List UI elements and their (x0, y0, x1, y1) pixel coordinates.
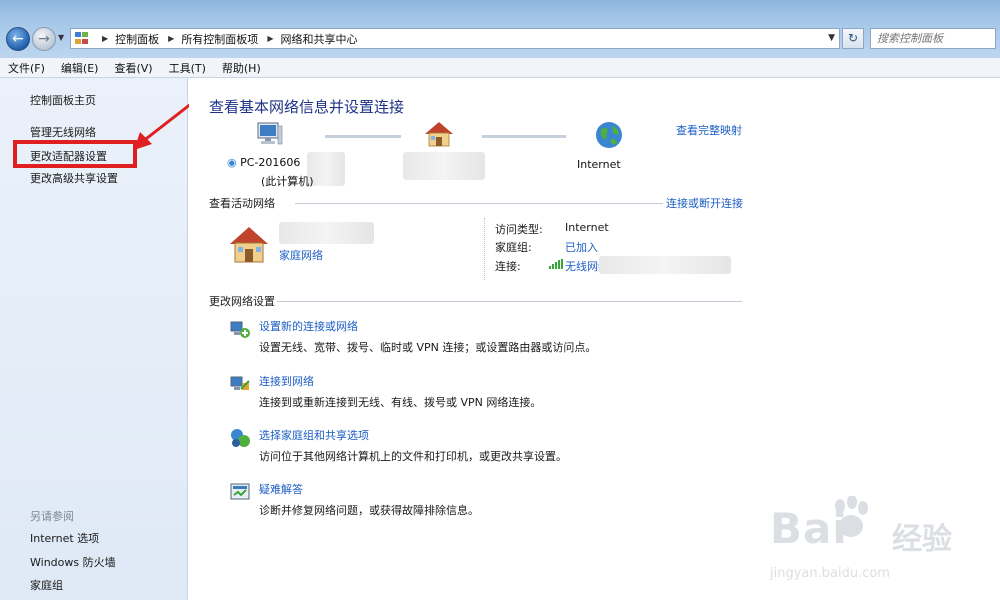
network-share-icon: ◉ (227, 156, 237, 169)
watermark-brand: Bai (770, 504, 848, 553)
see-also-heading: 另请参阅 (30, 510, 74, 523)
setup-connection-link[interactable]: 设置新的连接或网络 (259, 318, 358, 334)
breadcrumb-network-center[interactable]: 网络和共享中心 (280, 31, 357, 47)
wifi-signal-icon (549, 259, 563, 269)
computer-node[interactable] (219, 120, 319, 151)
left-nav-pane: 控制面板主页 管理无线网络 更改适配器设置 更改高级共享设置 另请参阅 Inte… (0, 78, 188, 600)
computer-name-text: PC-201606 (240, 156, 301, 169)
address-bar[interactable]: ▶ 控制面板 ▶ 所有控制面板项 ▶ 网络和共享中心 ▼ (70, 28, 840, 49)
home-network-icon (230, 227, 268, 263)
refresh-button[interactable]: ↻ (842, 28, 864, 49)
control-panel-icon (75, 31, 91, 46)
house-icon (425, 122, 453, 147)
breadcrumb-all-items[interactable]: 所有控制面板项 (181, 31, 258, 47)
sidebar-item-internet-options[interactable]: Internet 选项 (30, 530, 99, 546)
breadcrumb-control-panel[interactable]: 控制面板 (115, 31, 159, 47)
homegroup-sharing-desc: 访问位于其他网络计算机上的文件和打印机，或更改共享设置。 (259, 450, 567, 463)
troubleshoot-link[interactable]: 疑难解答 (259, 481, 303, 497)
homegroup-sharing-icon (231, 429, 250, 447)
menu-tools[interactable]: 工具(T) (169, 60, 206, 76)
watermark-cn: 经验 (892, 522, 952, 557)
homegroup-joined-link[interactable]: 已加入 (565, 239, 598, 255)
sidebar-item-advanced-sharing[interactable]: 更改高级共享设置 (30, 170, 118, 186)
redacted-text (403, 152, 485, 180)
chevron-right-icon[interactable]: ▶ (168, 34, 174, 43)
chevron-down-icon[interactable]: ▼ (828, 33, 835, 43)
chevron-right-icon: ▶ (102, 34, 109, 43)
watermark-url: jingyan.baidu.com (770, 566, 890, 581)
section-divider (295, 203, 663, 204)
menu-edit[interactable]: 编辑(E) (61, 60, 99, 76)
window-titlebar: ← → ▼ ▶ 控制面板 ▶ 所有控制面板项 ▶ 网络和共享中心 ▼ ↻ (0, 0, 1000, 58)
homegroup-sharing-link[interactable]: 选择家庭组和共享选项 (259, 427, 369, 443)
new-connection-icon (230, 321, 250, 338)
redacted-text (599, 256, 731, 274)
sidebar-item-windows-firewall[interactable]: Windows 防火墙 (30, 554, 116, 570)
menu-file[interactable]: 文件(F) (8, 60, 45, 76)
search-input[interactable] (871, 29, 995, 48)
active-networks-heading: 查看活动网络 (209, 197, 275, 210)
baidu-watermark: Bai 经验 jingyan.baidu.com (760, 488, 990, 588)
computer-subtitle: (此计算机) (261, 175, 314, 188)
redacted-text (279, 222, 374, 244)
computer-icon (257, 122, 283, 145)
sidebar-item-manage-wireless[interactable]: 管理无线网络 (30, 124, 96, 140)
globe-icon (596, 122, 622, 148)
annotation-highlight-box (13, 140, 137, 168)
connect-disconnect-link[interactable]: 连接或断开连接 (666, 195, 743, 211)
sidebar-item-control-panel-home[interactable]: 控制面板主页 (30, 92, 96, 108)
annotation-arrow (134, 98, 197, 150)
forward-button[interactable]: → (32, 27, 56, 51)
homegroup-label: 家庭组: (495, 241, 532, 254)
search-box[interactable] (870, 28, 996, 49)
vertical-divider (484, 218, 485, 280)
change-settings-heading: 更改网络设置 (209, 295, 275, 308)
home-network-node[interactable] (389, 120, 489, 151)
troubleshoot-icon (230, 483, 250, 500)
troubleshoot-desc: 诊断并修复网络问题，或获得故障排除信息。 (259, 504, 479, 517)
chevron-right-icon[interactable]: ▶ (267, 34, 273, 43)
connection-line (482, 135, 566, 138)
menu-bar: 文件(F) 编辑(E) 查看(V) 工具(T) 帮助(H) (0, 58, 1000, 78)
connection-label: 连接: (495, 260, 521, 273)
menu-help[interactable]: 帮助(H) (222, 60, 261, 76)
setup-connection-desc: 设置无线、宽带、拨号、临时或 VPN 连接；或设置路由器或访问点。 (259, 341, 597, 354)
menu-view[interactable]: 查看(V) (114, 60, 152, 76)
internet-node[interactable] (559, 120, 659, 153)
access-type-label: 访问类型: (495, 223, 543, 236)
back-button[interactable]: ← (6, 27, 30, 51)
network-type-link[interactable]: 家庭网络 (279, 247, 323, 263)
sidebar-item-homegroup[interactable]: 家庭组 (30, 577, 63, 593)
connect-network-icon (230, 376, 250, 390)
access-type-value: Internet (565, 221, 609, 234)
page-title: 查看基本网络信息并设置连接 (209, 98, 405, 116)
computer-name: ◉ PC-201606 (227, 156, 300, 169)
connect-network-link[interactable]: 连接到网络 (259, 373, 314, 389)
recent-pages-dropdown-icon[interactable]: ▼ (58, 33, 68, 45)
internet-label: Internet (577, 158, 621, 171)
view-full-map-link[interactable]: 查看完整映射 (676, 122, 742, 138)
connect-network-desc: 连接到或重新连接到无线、有线、拨号或 VPN 网络连接。 (259, 396, 542, 409)
section-divider (277, 301, 742, 302)
